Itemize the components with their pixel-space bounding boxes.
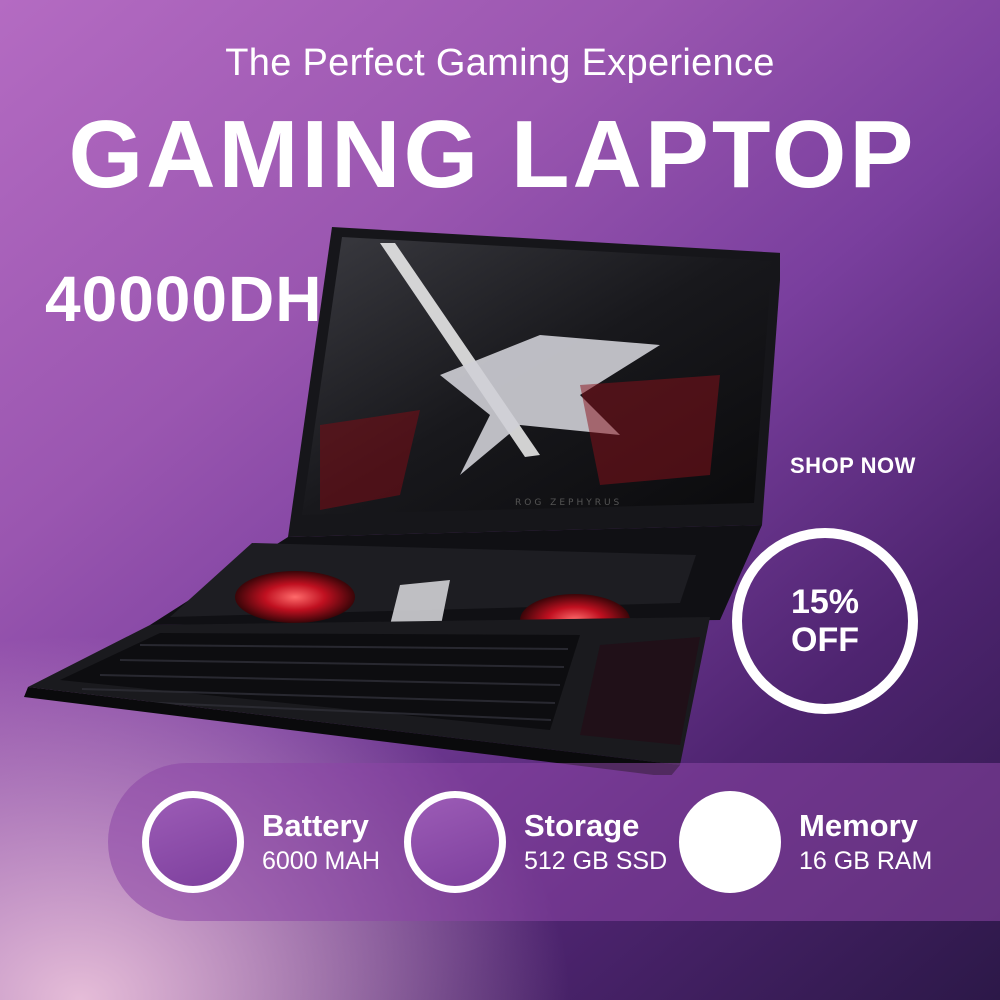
storage-icon xyxy=(404,791,506,893)
fan-left xyxy=(235,571,355,623)
discount-badge: 15% OFF xyxy=(732,528,918,714)
battery-icon xyxy=(142,791,244,893)
discount-off: OFF xyxy=(791,621,859,659)
feature-value: 6000 MAH xyxy=(262,847,381,875)
page-title: GAMING LAPTOP xyxy=(68,101,917,208)
shop-now-link[interactable]: SHOP NOW xyxy=(790,453,916,479)
feature-memory: Memory 16 GB RAM xyxy=(679,791,932,893)
feature-storage: Storage 512 GB SSD xyxy=(404,791,667,893)
laptop-image: ROG ZEPHYRUS xyxy=(24,227,780,775)
features-bar: Battery 6000 MAH Storage 512 GB SSD Memo… xyxy=(108,763,1000,921)
discount-percent: 15% xyxy=(790,583,860,621)
feature-name: Storage xyxy=(524,808,640,843)
tagline: The Perfect Gaming Experience xyxy=(225,42,775,84)
memory-icon xyxy=(679,791,781,893)
feature-name: Battery xyxy=(262,808,369,843)
feature-name: Memory xyxy=(799,808,918,843)
feature-battery: Battery 6000 MAH xyxy=(142,791,380,893)
feature-value: 512 GB SSD xyxy=(524,847,668,875)
feature-value: 16 GB RAM xyxy=(799,847,933,875)
screen-brand-text: ROG ZEPHYRUS xyxy=(515,498,622,508)
